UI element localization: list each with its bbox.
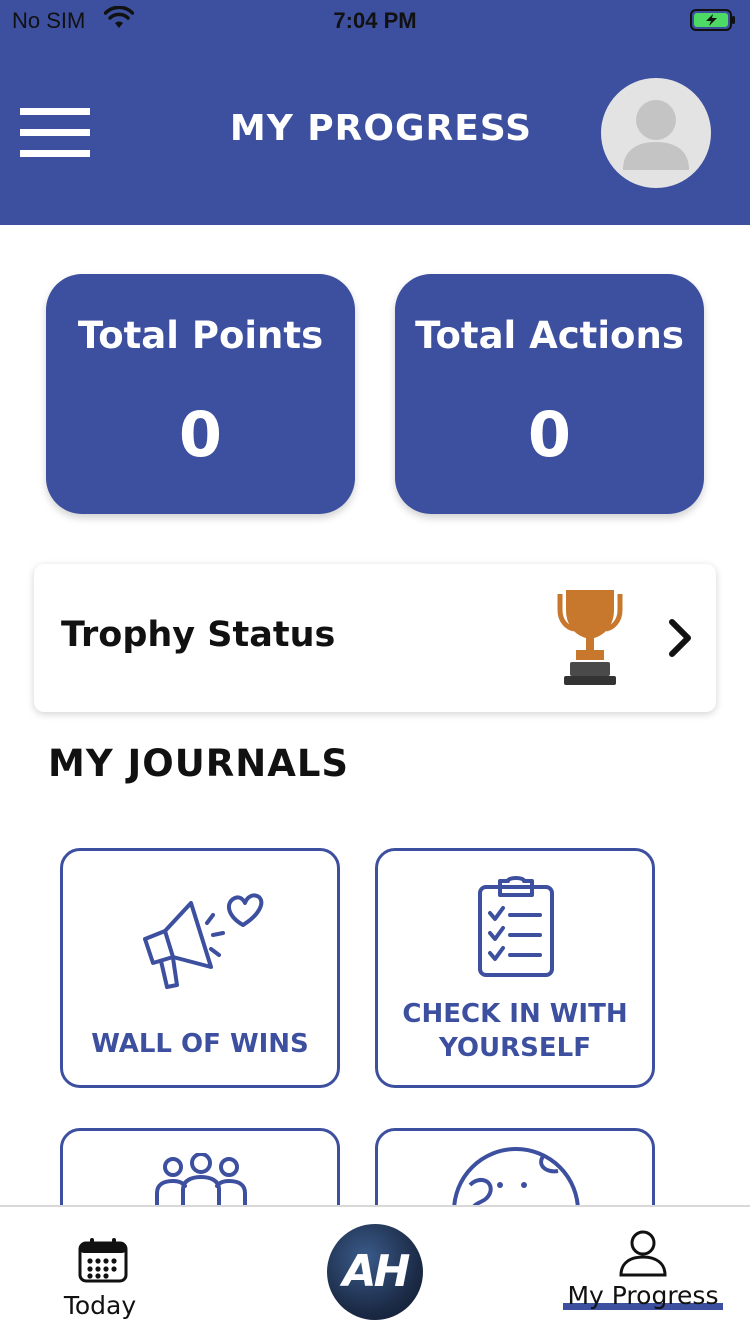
total-points-value: 0 xyxy=(178,398,223,471)
total-points-label: Total Points xyxy=(77,314,324,357)
tab-my-progress[interactable]: My Progress xyxy=(560,1207,726,1334)
tab-today[interactable]: Today xyxy=(40,1207,160,1334)
wall-of-wins-tile[interactable]: WALL OF WINS xyxy=(60,848,340,1088)
status-bar: No SIM 7:04 PM xyxy=(0,0,750,40)
clipboard-checklist-icon xyxy=(474,875,558,983)
clock-time: 7:04 PM xyxy=(333,8,417,33)
app-header: MY PROGRESS xyxy=(0,40,750,225)
chevron-right-icon xyxy=(664,618,694,662)
app-logo: AH xyxy=(342,1246,411,1297)
avatar[interactable] xyxy=(601,78,711,188)
user-avatar-placeholder-icon xyxy=(623,100,689,170)
calendar-icon xyxy=(78,1237,128,1287)
check-in-with-yourself-tile[interactable]: CHECK IN WITH YOURSELF xyxy=(375,848,655,1088)
bottom-tab-bar: Today AH My Progress xyxy=(0,1205,750,1334)
battery-charging-icon xyxy=(690,9,736,36)
trophy-status-row[interactable]: Trophy Status xyxy=(34,564,716,712)
total-actions-label: Total Actions xyxy=(415,314,684,357)
my-journals-heading: MY JOURNALS xyxy=(48,742,350,785)
wall-of-wins-label: WALL OF WINS xyxy=(91,1029,309,1059)
bronze-trophy-icon xyxy=(552,588,628,692)
tab-my-progress-label: My Progress xyxy=(567,1281,719,1310)
check-in-label-line2: YOURSELF xyxy=(439,1033,591,1063)
megaphone-heart-icon xyxy=(133,891,273,995)
person-outline-icon xyxy=(618,1229,668,1281)
tab-today-label: Today xyxy=(63,1291,137,1320)
total-actions-value: 0 xyxy=(527,398,572,471)
total-actions-card: Total Actions 0 xyxy=(395,274,704,514)
total-points-card: Total Points 0 xyxy=(46,274,355,514)
trophy-status-label: Trophy Status xyxy=(61,615,336,655)
check-in-label-line1: CHECK IN WITH xyxy=(402,999,628,1029)
home-logo-button[interactable]: AH xyxy=(327,1224,423,1320)
